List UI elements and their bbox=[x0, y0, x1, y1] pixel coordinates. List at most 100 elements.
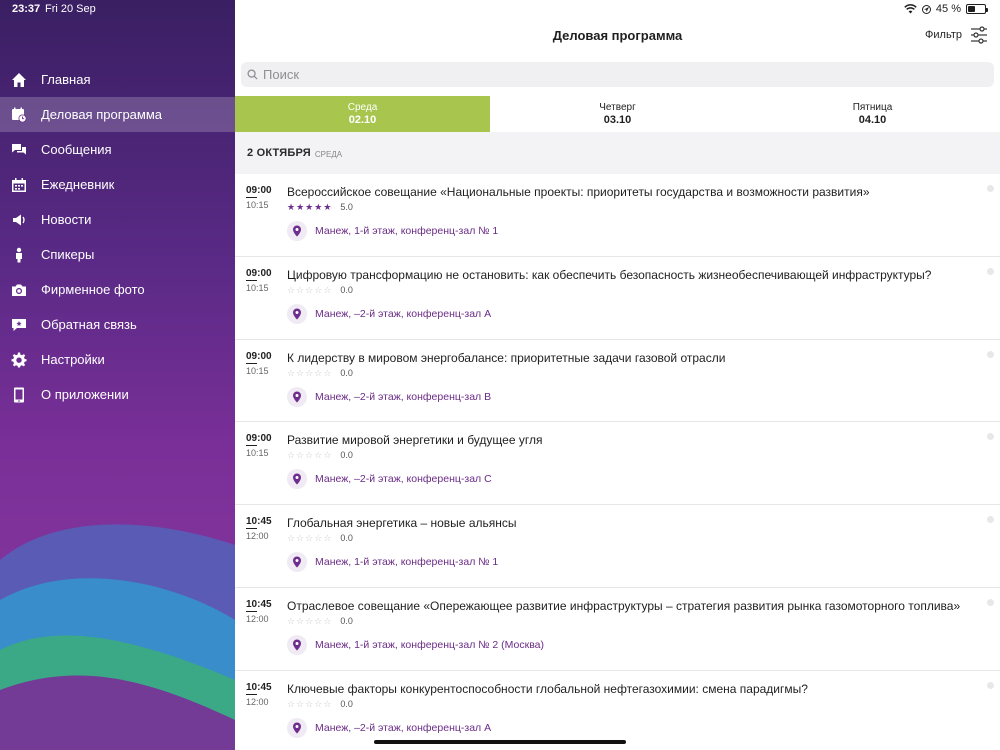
event-list: 09:00 10:15 Всероссийское совещание «Нац… bbox=[235, 174, 1000, 750]
star-empty-icon[interactable]: ☆ bbox=[287, 450, 295, 460]
event-location[interactable]: Манеж, –2-й этаж, конференц-зал С bbox=[287, 469, 492, 490]
star-empty-icon[interactable]: ☆ bbox=[323, 368, 331, 378]
event-row[interactable]: 09:00 10:15 Цифровую трансформацию не ос… bbox=[235, 257, 1000, 340]
tab-date: 03.10 bbox=[603, 114, 632, 126]
event-row[interactable]: 09:00 10:15 Всероссийское совещание «Нац… bbox=[235, 174, 1000, 257]
camera-icon bbox=[10, 281, 28, 299]
sidebar-item-news[interactable]: Новости bbox=[0, 202, 235, 237]
gear-icon bbox=[10, 351, 28, 369]
event-title: К лидерству в мировом энергобалансе: при… bbox=[287, 350, 726, 365]
star-empty-icon[interactable]: ☆ bbox=[296, 368, 304, 378]
event-row[interactable]: 10:45 12:00 Глобальная энергетика – новы… bbox=[235, 505, 1000, 588]
event-end-time: 10:15 bbox=[246, 448, 269, 459]
event-row[interactable]: 10:45 12:00 Ключевые факторы конкурентос… bbox=[235, 671, 1000, 750]
megaphone-icon bbox=[10, 211, 28, 229]
star-empty-icon[interactable]: ☆ bbox=[314, 450, 322, 460]
rating-value: 0.0 bbox=[340, 367, 353, 378]
event-location[interactable]: Манеж, –2-й этаж, конференц-зал А bbox=[287, 303, 491, 324]
tab-weekday: Среда bbox=[347, 102, 378, 113]
sidebar-item-photo[interactable]: Фирменное фото bbox=[0, 272, 235, 307]
event-title: Всероссийское совещание «Национальные пр… bbox=[287, 185, 870, 199]
calendar-clock-icon bbox=[10, 106, 28, 124]
event-indicator-dot bbox=[987, 516, 994, 524]
wifi-icon bbox=[904, 4, 917, 14]
sidebar-item-business-program[interactable]: Деловая программа bbox=[0, 97, 235, 132]
star-empty-icon[interactable]: ☆ bbox=[314, 699, 322, 709]
sidebar-item-label: Обратная связь bbox=[41, 317, 137, 332]
star-empty-icon[interactable]: ☆ bbox=[296, 533, 304, 543]
tab-friday[interactable]: Пятница 04.10 bbox=[745, 96, 1000, 132]
day-header-date: 2 ОКТЯБРЯ bbox=[247, 147, 311, 159]
search-bar[interactable] bbox=[241, 62, 994, 87]
star-empty-icon[interactable]: ☆ bbox=[305, 699, 313, 709]
tab-thursday[interactable]: Четверг 03.10 bbox=[490, 96, 745, 132]
star-empty-icon[interactable]: ☆ bbox=[323, 285, 331, 295]
star-empty-icon[interactable]: ☆ bbox=[287, 285, 295, 295]
event-end-time: 10:15 bbox=[246, 282, 269, 293]
star-empty-icon[interactable]: ☆ bbox=[287, 616, 295, 626]
star-empty-icon[interactable]: ☆ bbox=[287, 533, 295, 543]
event-start-time: 10:45 bbox=[246, 516, 272, 528]
star-empty-icon[interactable]: ☆ bbox=[296, 285, 304, 295]
event-location-text: Манеж, –2-й этаж, конференц-зал С bbox=[315, 473, 492, 486]
filter-button[interactable]: Фильтр bbox=[925, 26, 988, 44]
star-empty-icon[interactable]: ☆ bbox=[296, 450, 304, 460]
sidebar-item-feedback[interactable]: Обратная связь bbox=[0, 307, 235, 342]
sidebar-item-planner[interactable]: Ежедневник bbox=[0, 167, 235, 202]
star-filled-icon[interactable]: ★ bbox=[287, 202, 295, 212]
star-empty-icon[interactable]: ☆ bbox=[323, 533, 331, 543]
star-empty-icon[interactable]: ☆ bbox=[296, 616, 304, 626]
map-pin-icon bbox=[287, 552, 307, 573]
home-indicator[interactable] bbox=[374, 740, 626, 744]
event-location[interactable]: Манеж, 1-й этаж, конференц-зал № 1 bbox=[287, 552, 498, 573]
event-location[interactable]: Манеж, 1-й этаж, конференц-зал № 1 bbox=[287, 221, 498, 241]
tab-wednesday[interactable]: Среда 02.10 bbox=[235, 96, 490, 132]
event-location[interactable]: Манеж, –2-й этаж, конференц-зал А bbox=[287, 717, 491, 738]
star-empty-icon[interactable]: ☆ bbox=[287, 699, 295, 709]
star-empty-icon[interactable]: ☆ bbox=[305, 533, 313, 543]
event-start-time: 10:45 bbox=[246, 681, 272, 693]
sidebar-item-label: Спикеры bbox=[41, 247, 95, 262]
day-section-header: 2 ОКТЯБРЯ СРЕДА bbox=[235, 132, 1000, 174]
event-row[interactable]: 09:00 10:15 К лидерству в мировом энерго… bbox=[235, 340, 1000, 423]
sidebar-item-label: Ежедневник bbox=[41, 177, 115, 192]
star-filled-icon[interactable]: ★ bbox=[305, 202, 313, 212]
star-empty-icon[interactable]: ☆ bbox=[323, 616, 331, 626]
star-empty-icon[interactable]: ☆ bbox=[305, 616, 313, 626]
sidebar-item-speakers[interactable]: Спикеры bbox=[0, 237, 235, 272]
filter-label: Фильтр bbox=[925, 29, 962, 41]
star-empty-icon[interactable]: ☆ bbox=[305, 450, 313, 460]
chat-bubbles-icon bbox=[10, 141, 28, 159]
star-empty-icon[interactable]: ☆ bbox=[314, 533, 322, 543]
sidebar-item-about[interactable]: О приложении bbox=[0, 377, 235, 412]
sidebar-item-home[interactable]: Главная bbox=[0, 62, 235, 97]
star-empty-icon[interactable]: ☆ bbox=[314, 285, 322, 295]
event-location[interactable]: Манеж, –2-й этаж, конференц-зал В bbox=[287, 386, 491, 407]
star-empty-icon[interactable]: ☆ bbox=[323, 450, 331, 460]
event-row[interactable]: 09:00 10:15 Развитие мировой энергетики … bbox=[235, 422, 1000, 506]
event-row[interactable]: 10:45 12:00 Отраслевое совещание «Опереж… bbox=[235, 588, 1000, 671]
event-location[interactable]: Манеж, 1-й этаж, конференц-зал № 2 (Моск… bbox=[287, 634, 544, 655]
event-location-text: Манеж, 1-й этаж, конференц-зал № 1 bbox=[315, 225, 499, 237]
star-filled-icon[interactable]: ★ bbox=[314, 202, 322, 212]
star-empty-icon[interactable]: ☆ bbox=[314, 368, 322, 378]
star-empty-icon[interactable]: ☆ bbox=[305, 368, 313, 378]
sliders-icon bbox=[971, 26, 987, 44]
star-filled-icon[interactable]: ★ bbox=[323, 202, 331, 212]
event-end-time: 12:00 bbox=[246, 531, 269, 542]
star-empty-icon[interactable]: ☆ bbox=[287, 368, 295, 378]
star-empty-icon[interactable]: ☆ bbox=[314, 616, 322, 626]
sidebar-item-label: Сообщения bbox=[41, 142, 112, 157]
star-empty-icon[interactable]: ☆ bbox=[323, 699, 331, 709]
star-empty-icon[interactable]: ☆ bbox=[296, 699, 304, 709]
sidebar-item-label: Фирменное фото bbox=[41, 282, 145, 297]
map-pin-icon bbox=[287, 634, 307, 655]
star-filled-icon[interactable]: ★ bbox=[296, 202, 304, 212]
star-empty-icon[interactable]: ☆ bbox=[305, 285, 313, 295]
sidebar-item-messages[interactable]: Сообщения bbox=[0, 132, 235, 167]
battery-percent: 45 % bbox=[935, 3, 961, 15]
search-input[interactable] bbox=[263, 67, 963, 82]
sidebar-item-settings[interactable]: Настройки bbox=[0, 342, 235, 377]
sidebar-item-label: Настройки bbox=[41, 352, 105, 367]
rating-value: 0.0 bbox=[340, 533, 353, 544]
